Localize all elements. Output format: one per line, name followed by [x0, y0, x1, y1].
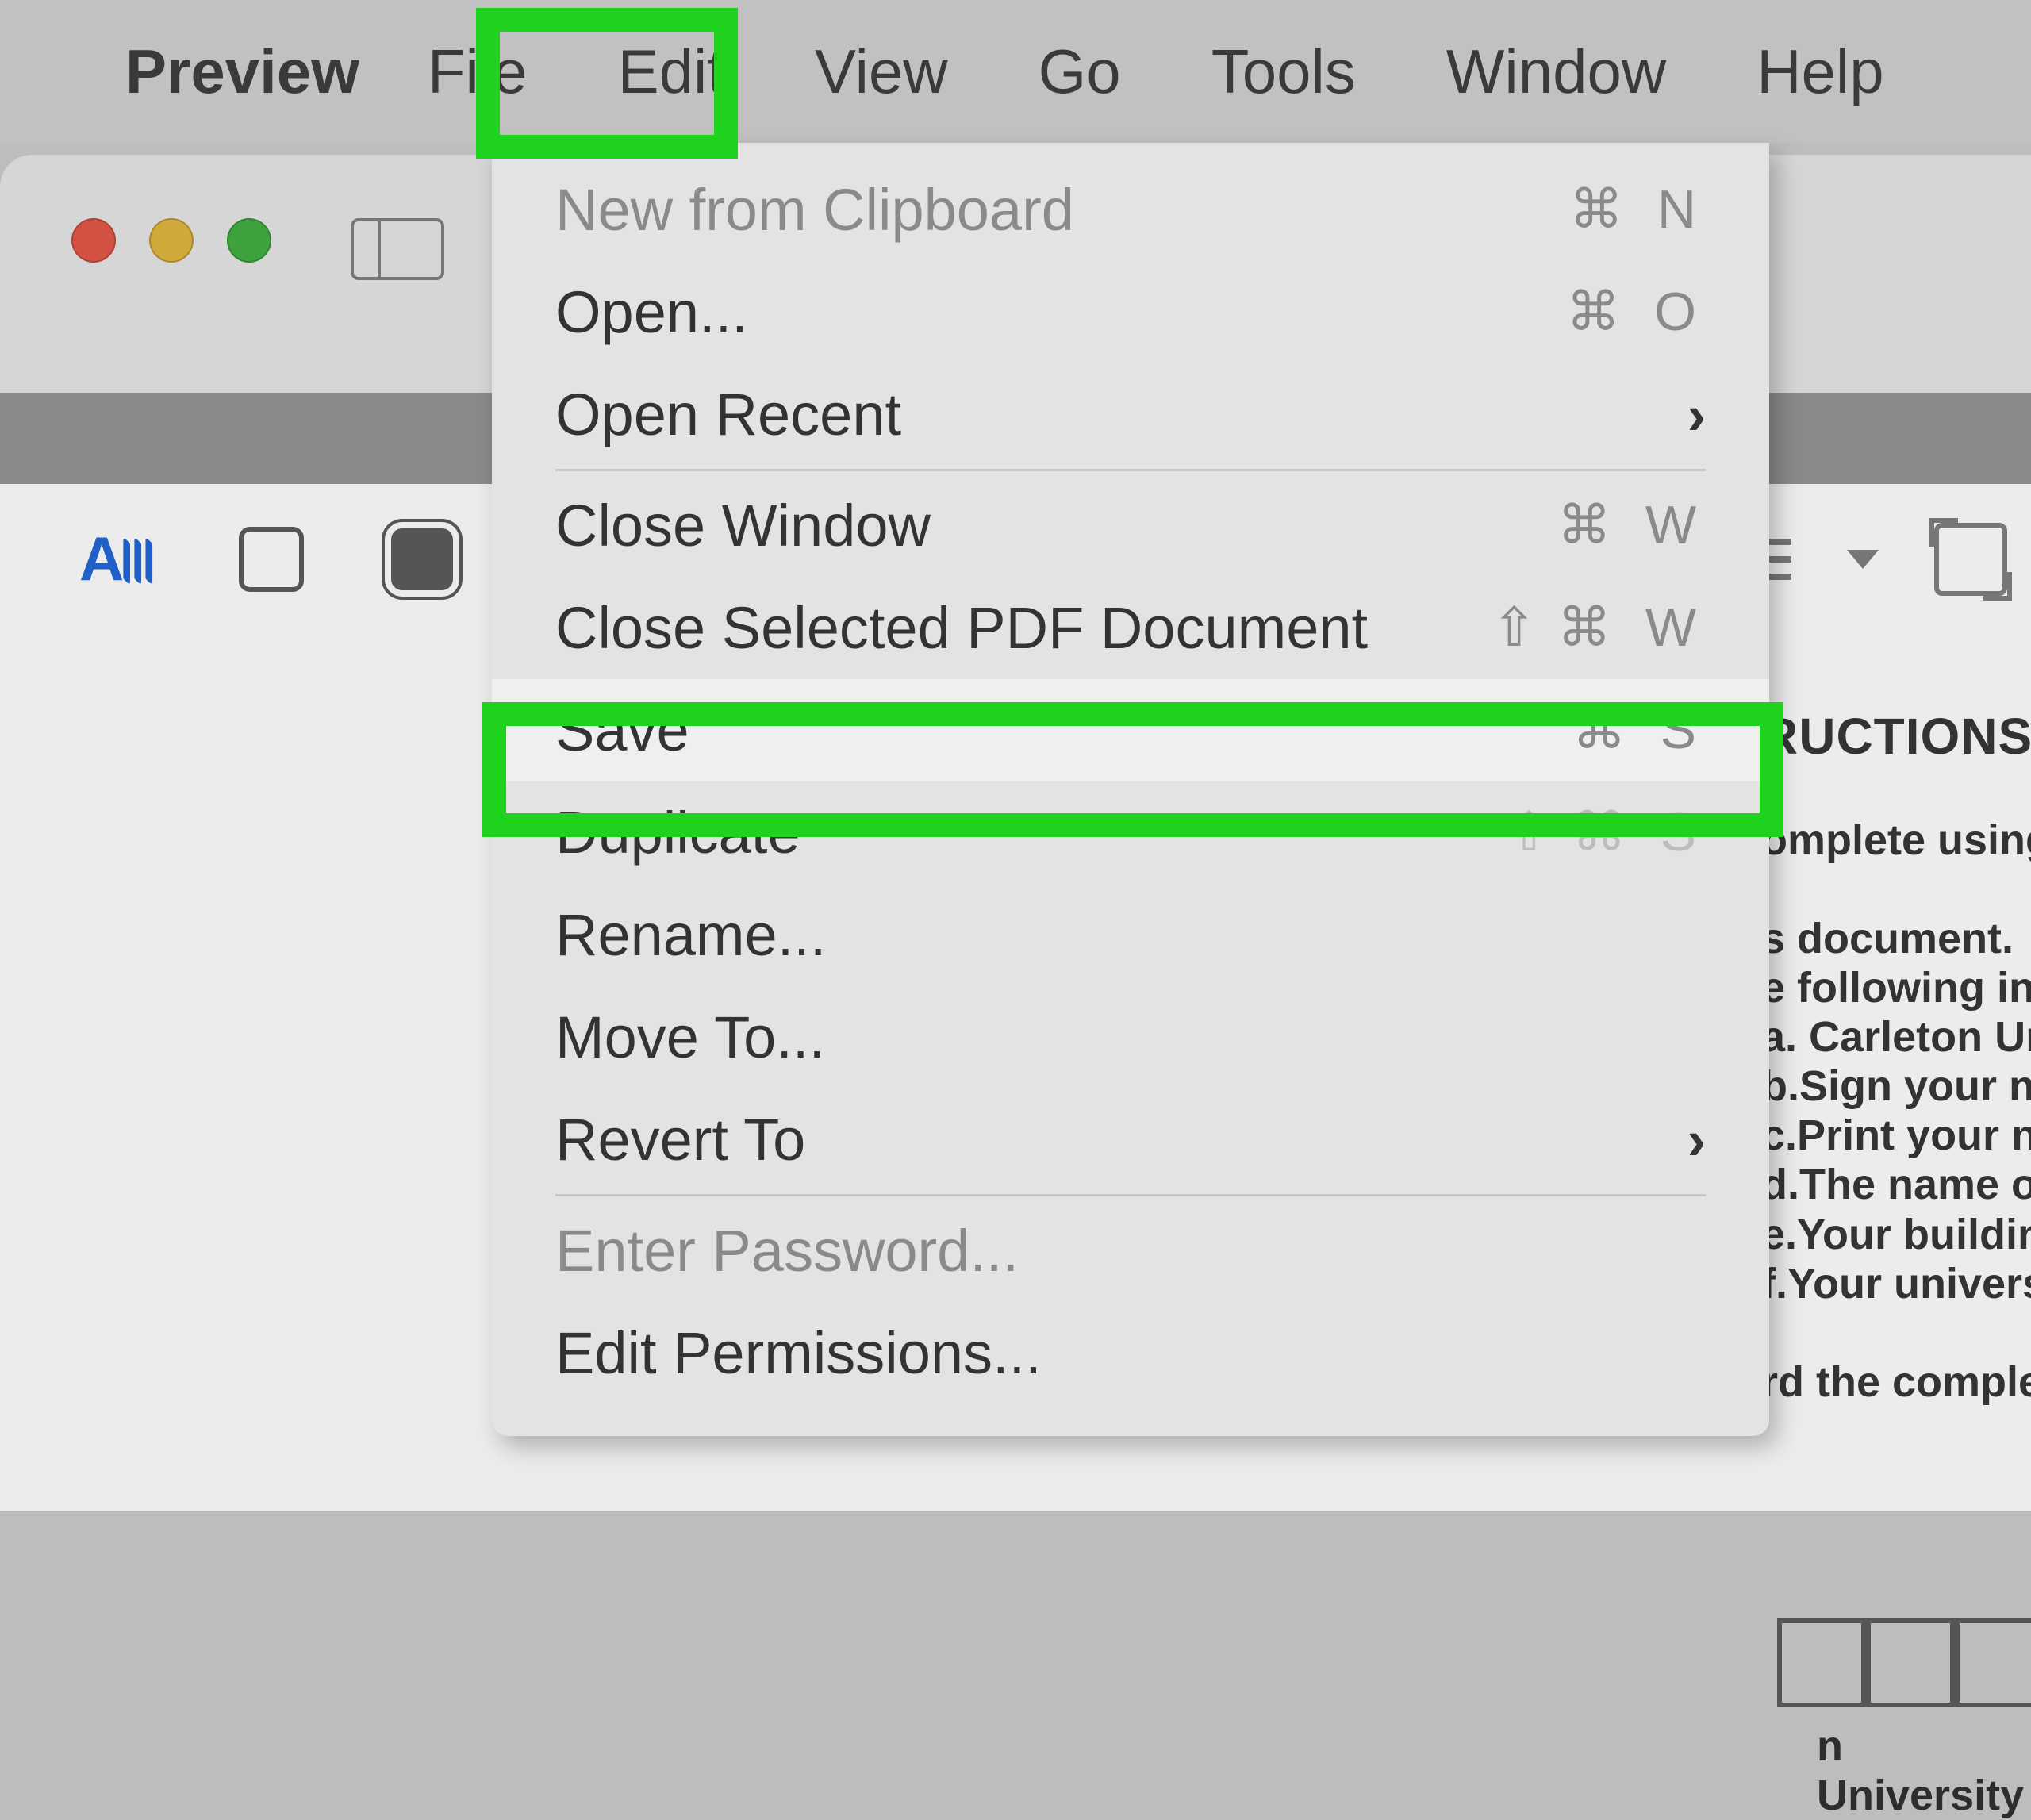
- minimize-window-button[interactable]: [149, 218, 194, 263]
- window-controls: [71, 218, 271, 263]
- menubar: Preview File Edit View Go Tools Window H…: [0, 0, 2031, 143]
- menu-open[interactable]: Open... ⌘ O: [492, 261, 1769, 363]
- menu-edit-permissions[interactable]: Edit Permissions...: [492, 1302, 1769, 1404]
- text-selection-tool-icon[interactable]: A꠲: [79, 523, 152, 596]
- menu-separator: [555, 469, 1706, 471]
- shift-key-icon: [1492, 597, 1546, 659]
- sidebar-toggle-icon[interactable]: [351, 218, 444, 280]
- menu-window[interactable]: Window: [1424, 20, 1688, 124]
- chevron-right-icon: ›: [1687, 1108, 1706, 1172]
- document-text: RUCTIONS: omplete using a s document. e …: [1761, 659, 2031, 1456]
- menu-edit[interactable]: Edit: [596, 20, 747, 124]
- menu-go[interactable]: Go: [1016, 20, 1143, 124]
- menu-new-from-clipboard[interactable]: New from Clipboard ⌘ N: [492, 159, 1769, 261]
- menu-view[interactable]: View: [793, 20, 970, 124]
- chevron-right-icon: ›: [1687, 383, 1706, 447]
- menu-separator: [555, 1194, 1706, 1196]
- instant-alpha-tool-icon[interactable]: [391, 528, 453, 590]
- document-footer: n University: [1817, 1722, 2031, 1820]
- menu-tools[interactable]: Tools: [1189, 20, 1378, 124]
- menu-file[interactable]: File: [405, 20, 550, 124]
- rectangular-selection-tool-icon[interactable]: [239, 527, 304, 592]
- zoom-window-button[interactable]: [227, 218, 271, 263]
- form-boxes: [1777, 1618, 2031, 1707]
- close-window-button[interactable]: [71, 218, 116, 263]
- menu-close-selected-pdf[interactable]: Close Selected PDF Document ⌘ W: [492, 577, 1769, 679]
- shift-key-icon: [1507, 801, 1561, 864]
- menu-open-recent[interactable]: Open Recent ›: [492, 363, 1769, 466]
- menu-enter-password[interactable]: Enter Password...: [492, 1200, 1769, 1302]
- menu-move-to[interactable]: Move To...: [492, 986, 1769, 1089]
- file-menu-dropdown: New from Clipboard ⌘ N Open... ⌘ O Open …: [492, 143, 1769, 1436]
- fullscreen-icon[interactable]: [1934, 523, 2007, 596]
- menu-revert-to[interactable]: Revert To ›: [492, 1089, 1769, 1191]
- chevron-down-icon[interactable]: [1847, 550, 1879, 569]
- menu-duplicate[interactable]: Duplicate ⌘ S: [492, 781, 1769, 884]
- menu-save[interactable]: Save ⌘ S: [492, 679, 1769, 781]
- menu-rename[interactable]: Rename...: [492, 884, 1769, 986]
- menu-help[interactable]: Help: [1734, 20, 1906, 124]
- menu-close-window[interactable]: Close Window ⌘ W: [492, 474, 1769, 577]
- app-name[interactable]: Preview: [125, 36, 359, 108]
- toolbar-right: [1744, 484, 2031, 635]
